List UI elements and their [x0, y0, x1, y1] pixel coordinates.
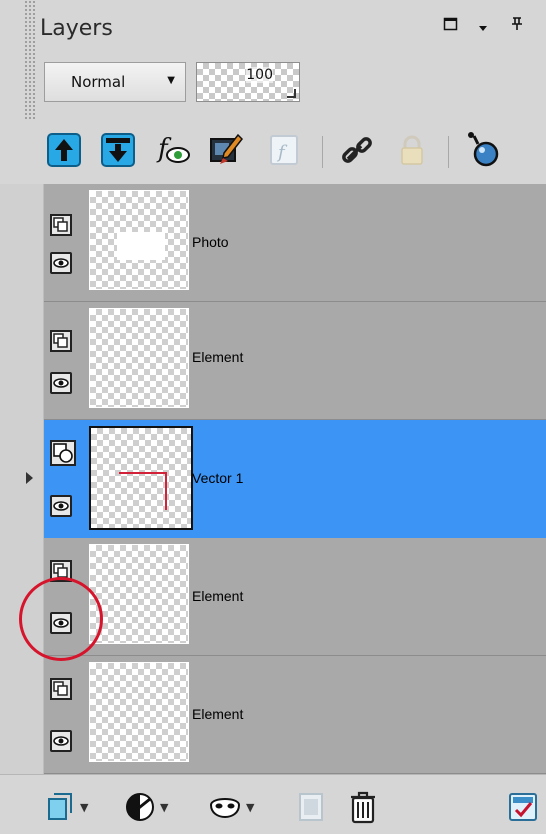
raster-layer-icon	[50, 214, 72, 236]
pin-icon[interactable]	[510, 16, 524, 36]
layer-name: Vector 1	[192, 470, 244, 486]
visibility-eye-icon[interactable]	[50, 730, 72, 752]
chevron-down-icon: ▼	[246, 800, 255, 814]
move-down-icon[interactable]	[98, 130, 138, 170]
delete-icon	[351, 791, 375, 824]
chevron-down-icon: ▼	[167, 75, 175, 86]
dropdown-icon[interactable]	[478, 18, 488, 37]
script-icon[interactable]: f	[264, 130, 304, 170]
layer-thumbnail	[89, 190, 189, 290]
active-layer-arrow-icon	[26, 472, 33, 484]
chevron-down-icon: ▼	[160, 800, 169, 814]
layers-toolbar: f f	[0, 118, 546, 182]
layer-thumbnail	[89, 426, 193, 530]
lock-icon[interactable]	[392, 130, 432, 170]
chevron-down-icon: ▼	[80, 800, 89, 814]
layer-row-selected[interactable]: Vector 1	[44, 420, 546, 538]
layers-panel: Layers Normal ▼ 100 f f Photo Element Ve…	[0, 0, 546, 834]
panel-titlebar: Layers	[0, 0, 546, 50]
blend-mode-dropdown[interactable]: Normal ▼	[44, 62, 186, 102]
layer-name: Element	[192, 588, 244, 604]
visibility-eye-icon[interactable]	[50, 372, 72, 394]
new-layer-button[interactable]: ▼	[46, 789, 88, 825]
link-icon[interactable]	[338, 130, 378, 170]
layer-thumbnail	[89, 308, 189, 408]
move-up-icon[interactable]	[44, 130, 84, 170]
vector-layer-icon	[50, 440, 76, 466]
mask-icon[interactable]	[463, 130, 503, 170]
bottom-toolbar: ▼ ▼ ▼	[0, 774, 546, 834]
edit-selection-icon[interactable]	[207, 130, 247, 170]
toolbar-separator	[448, 136, 449, 168]
blend-mode-value: Normal	[71, 73, 126, 91]
toolbar-separator	[322, 136, 323, 168]
layer-thumbnail	[89, 544, 189, 644]
raster-layer-icon	[50, 330, 72, 352]
panel-title: Layers	[40, 16, 113, 41]
window-icon[interactable]	[443, 16, 459, 36]
layer-name: Element	[192, 349, 244, 365]
layers-left-column	[0, 184, 44, 774]
layer-thumbnail	[89, 662, 189, 762]
layer-row[interactable]: Element	[44, 302, 546, 420]
layer-name: Photo	[192, 234, 229, 250]
raster-layer-icon	[50, 678, 72, 700]
layer-row[interactable]: Photo	[44, 184, 546, 302]
group-icon	[299, 793, 323, 821]
group-layers-button[interactable]	[296, 789, 326, 825]
layer-effects-icon[interactable]: f	[153, 130, 193, 170]
delete-layer-button[interactable]	[348, 789, 378, 825]
opacity-value: 100	[246, 67, 273, 83]
visibility-eye-icon[interactable]	[50, 495, 72, 517]
resize-grip-icon	[287, 89, 296, 98]
new-layer-icon	[48, 793, 72, 820]
mask-icon	[209, 798, 241, 819]
layer-row[interactable]: Element	[44, 538, 546, 656]
mask-layer-button[interactable]: ▼	[208, 789, 254, 825]
adjustment-icon	[126, 793, 154, 821]
layer-row[interactable]: Element	[44, 656, 546, 774]
layer-properties-button[interactable]	[508, 789, 538, 825]
layer-name: Element	[192, 706, 244, 722]
visibility-eye-icon[interactable]	[50, 252, 72, 274]
adjustment-layer-button[interactable]: ▼	[124, 789, 168, 825]
opacity-field[interactable]: 100	[196, 62, 300, 102]
properties-icon	[509, 793, 537, 821]
annotation-circle	[19, 577, 103, 661]
